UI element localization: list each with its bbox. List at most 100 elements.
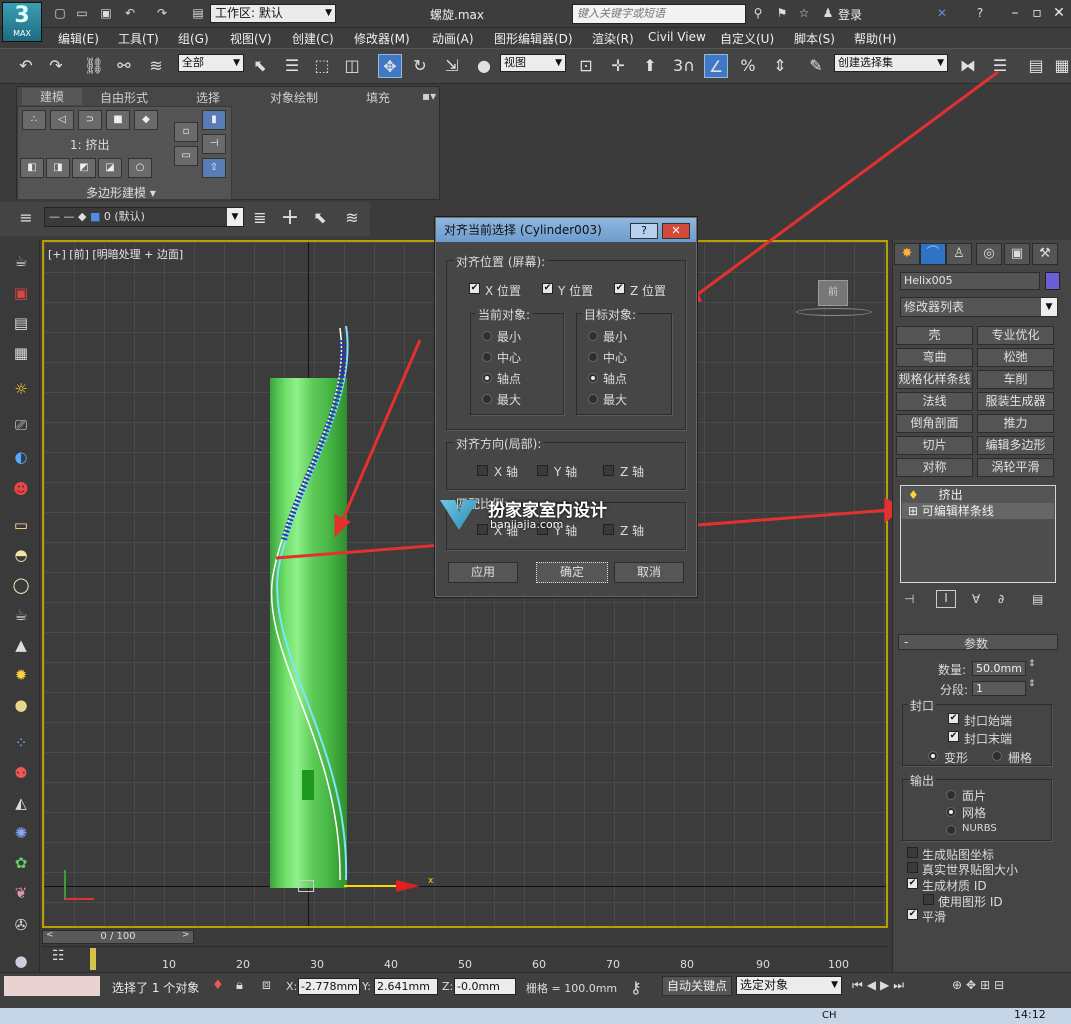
modifier-symmetry-button[interactable]: 对称 bbox=[896, 458, 973, 477]
pin-stack-icon[interactable]: ⊣ bbox=[904, 592, 914, 606]
system-clock: 14:12 bbox=[1014, 1008, 1046, 1021]
tick-30: 30 bbox=[310, 958, 324, 971]
mini-curve-editor-icon[interactable]: ☷ bbox=[52, 948, 65, 964]
cancel-button[interactable]: 取消 bbox=[614, 562, 684, 583]
y-position-label: Y 位置 bbox=[558, 284, 594, 298]
make-unique-icon[interactable]: ∀ bbox=[972, 592, 980, 606]
time-slider[interactable]: 0 / 100 bbox=[42, 930, 194, 944]
segments-spinner-icon[interactable]: ⇕ bbox=[1028, 679, 1036, 689]
cap-end-checkbox[interactable]: ✔ bbox=[948, 731, 959, 742]
object-name-field[interactable]: Helix005 bbox=[900, 272, 1040, 290]
gen-map-coords-checkbox[interactable] bbox=[907, 847, 918, 858]
time-prev-icon[interactable]: < bbox=[46, 930, 54, 940]
cap-end-label: 封口末端 bbox=[964, 732, 1013, 746]
absolute-mode-icon[interactable]: ⧈ bbox=[262, 977, 271, 993]
dialog-close-button[interactable]: ✕ bbox=[662, 223, 690, 239]
nurbs-radio[interactable] bbox=[946, 825, 956, 835]
scale-x-checkbox[interactable] bbox=[477, 524, 488, 535]
ime-indicator[interactable]: CH bbox=[822, 1010, 837, 1021]
target-pivot-radio[interactable] bbox=[588, 373, 598, 383]
modifier-slice-button[interactable]: 切片 bbox=[896, 436, 973, 455]
auto-key-button[interactable]: 自动关键点 bbox=[662, 976, 732, 996]
scale-z-checkbox[interactable] bbox=[603, 524, 614, 535]
target-min-radio[interactable] bbox=[588, 331, 598, 341]
cap-start-checkbox[interactable]: ✔ bbox=[948, 713, 959, 724]
modifier-turbosmooth-button[interactable]: 涡轮平滑 bbox=[977, 458, 1054, 477]
dialog-help-button[interactable]: ? bbox=[630, 223, 658, 239]
z-position-checkbox[interactable]: ✔ bbox=[614, 283, 625, 294]
modifier-edit-poly-button[interactable]: 编辑多边形 bbox=[977, 436, 1054, 455]
key-icon[interactable]: ⚷ bbox=[630, 978, 642, 997]
apply-button[interactable]: 应用 bbox=[448, 562, 518, 583]
expand-plus-icon[interactable]: ⊞ bbox=[908, 504, 918, 518]
key-filter-dropdown[interactable]: 选定对象 ▼ bbox=[736, 976, 842, 995]
x-position-checkbox[interactable]: ✔ bbox=[469, 283, 480, 294]
current-max-radio[interactable] bbox=[482, 394, 492, 404]
tick-40: 40 bbox=[384, 958, 398, 971]
ok-button[interactable]: 确定 bbox=[536, 562, 608, 583]
lightbulb-icon[interactable]: ♦ bbox=[908, 488, 919, 502]
amount-input[interactable]: 50.0mm bbox=[972, 661, 1026, 676]
current-pivot-radio[interactable] bbox=[482, 373, 492, 383]
segments-input[interactable]: 1 bbox=[972, 681, 1026, 696]
modify-tab-icon[interactable]: ⌒ bbox=[920, 243, 946, 265]
segments-label: 分段: bbox=[940, 683, 969, 697]
viewport-nav-controls[interactable]: ⊕✥⊞⊟ bbox=[952, 978, 1008, 992]
lock-selection-icon[interactable]: 🔒︎ bbox=[236, 978, 243, 993]
grid-radio[interactable] bbox=[992, 751, 1002, 761]
real-world-map-checkbox[interactable] bbox=[907, 862, 918, 873]
modifier-push-button[interactable]: 推力 bbox=[977, 414, 1054, 433]
modifier-bend-button[interactable]: 弯曲 bbox=[896, 348, 973, 367]
real-world-map-label: 真实世界贴图大小 bbox=[922, 863, 1019, 877]
gen-material-id-checkbox[interactable]: ✔ bbox=[907, 878, 918, 889]
modifier-lathe-button[interactable]: 车削 bbox=[977, 370, 1054, 389]
modifier-normal-button[interactable]: 法线 bbox=[896, 392, 973, 411]
collapse-minus-icon[interactable]: - bbox=[904, 635, 908, 649]
playback-controls[interactable]: ⏮◀▶⏭ bbox=[852, 978, 908, 993]
y-axis-checkbox[interactable] bbox=[537, 465, 548, 476]
output-label: 输出 bbox=[908, 772, 937, 789]
motion-tab-icon[interactable]: ◎ bbox=[976, 243, 1002, 265]
configure-sets-icon[interactable]: ▤ bbox=[1032, 592, 1043, 606]
modifier-normalize-spline-button[interactable]: 规格化样条线 bbox=[896, 370, 973, 389]
x-axis-checkbox[interactable] bbox=[477, 465, 488, 476]
z-coord-input[interactable]: -0.0mm bbox=[454, 978, 516, 995]
y-coord-label: Y: bbox=[362, 980, 371, 993]
x-coord-input[interactable]: -2.778mm bbox=[298, 978, 360, 995]
create-tab-icon[interactable]: ✸ bbox=[894, 243, 920, 265]
object-color-swatch[interactable] bbox=[1045, 272, 1060, 290]
current-frame-marker[interactable] bbox=[90, 948, 96, 970]
smooth-checkbox[interactable]: ✔ bbox=[907, 909, 918, 920]
target-center-radio[interactable] bbox=[588, 352, 598, 362]
time-next-icon[interactable]: > bbox=[182, 930, 190, 940]
maxscript-listener[interactable] bbox=[4, 976, 100, 996]
display-tab-icon[interactable]: ▣ bbox=[1004, 243, 1030, 265]
isolate-icon[interactable]: ♦ bbox=[212, 978, 224, 993]
show-end-result-icon[interactable]: Ⅰ bbox=[936, 590, 956, 608]
modifier-prooptimizer-button[interactable]: 专业优化 bbox=[977, 326, 1054, 345]
modifier-list-dropdown[interactable]: 修改器列表 ▼ bbox=[900, 297, 1058, 317]
remove-modifier-icon[interactable]: ∂ bbox=[998, 592, 1004, 606]
target-max-radio[interactable] bbox=[588, 394, 598, 404]
modifier-relax-button[interactable]: 松弛 bbox=[977, 348, 1054, 367]
modifier-bevel-profile-button[interactable]: 倒角剖面 bbox=[896, 414, 973, 433]
modifier-garment-maker-button[interactable]: 服装生成器 bbox=[977, 392, 1054, 411]
mesh-radio[interactable] bbox=[946, 807, 956, 817]
current-center-radio[interactable] bbox=[482, 352, 492, 362]
amount-spinner-icon[interactable]: ⇕ bbox=[1028, 659, 1036, 669]
current-pivot-label: 轴点 bbox=[497, 372, 522, 386]
x-coord-label: X: bbox=[286, 980, 298, 993]
patch-radio[interactable] bbox=[946, 790, 956, 800]
stack-item-editable-spline[interactable]: ⊞ 可编辑样条线 bbox=[902, 503, 1054, 519]
morph-radio[interactable] bbox=[928, 751, 938, 761]
utilities-tab-icon[interactable]: ⚒ bbox=[1032, 243, 1058, 265]
modifier-shell-button[interactable]: 壳 bbox=[896, 326, 973, 345]
hierarchy-tab-icon[interactable]: ♙ bbox=[946, 243, 972, 265]
stack-item-extrude[interactable]: ♦ 挤出 bbox=[902, 487, 1054, 503]
current-min-radio[interactable] bbox=[482, 331, 492, 341]
z-axis-checkbox[interactable] bbox=[603, 465, 614, 476]
y-position-checkbox[interactable]: ✔ bbox=[542, 283, 553, 294]
y-coord-input[interactable]: 2.641mm bbox=[374, 978, 438, 995]
use-shape-id-checkbox[interactable] bbox=[923, 894, 934, 905]
modifier-list-label: 修改器列表 bbox=[904, 300, 965, 314]
